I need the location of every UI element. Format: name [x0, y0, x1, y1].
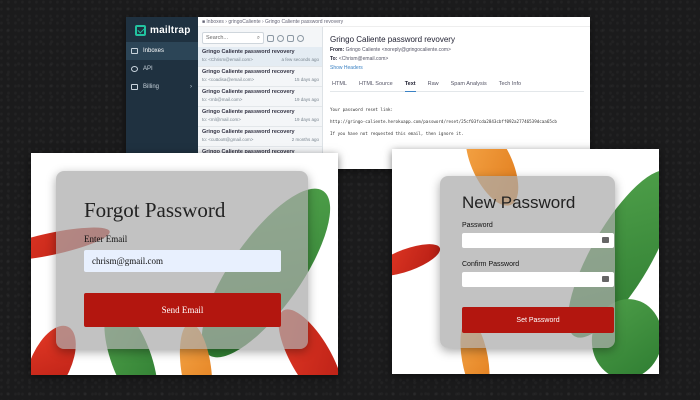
message-subject: Gringo Caliente password revovery [202, 49, 295, 55]
mailtrap-logo-icon [135, 24, 146, 36]
message-recipient: to: <cuttoo8@gmail.com> [202, 137, 254, 142]
tab-tech-info[interactable]: Tech Info [499, 81, 521, 87]
sidebar-item-inboxes[interactable]: Inboxes [126, 42, 198, 60]
message-subject: Gringo Caliente password recovery [202, 129, 295, 135]
message-recipient: to: <ml@mail.com> [202, 117, 241, 122]
send-email-button[interactable]: Send Email [84, 293, 281, 327]
new-password-screen: New Password Password Confirm Password S… [392, 149, 659, 374]
body-line: If you have not requested this email, th… [330, 130, 464, 136]
message-recipient: to: <mb@mail.com> [202, 97, 243, 102]
message-detail: Gringo Caliente password revovery From: … [324, 27, 590, 169]
refresh-icon[interactable] [277, 34, 284, 42]
mailtrap-logo-text: mailtrap [150, 24, 191, 36]
page-title: New Password [462, 193, 576, 212]
email-label: Enter Email [84, 234, 128, 244]
search-placeholder: Search... [206, 35, 229, 41]
inbox-icon [131, 48, 138, 54]
from-value: Gringo Caliente <noreply@gringocaliente.… [345, 47, 451, 53]
message-list: Search... ⌕ Gringo Caliente password rev… [198, 27, 323, 169]
tab-raw[interactable]: Raw [428, 81, 439, 87]
message-subject: Gringo Caliente password recovery [202, 69, 295, 75]
search-icon: ⌕ [256, 34, 260, 41]
api-icon [131, 66, 138, 72]
chevron-right-icon: › [190, 84, 192, 90]
tab-spam-analysis[interactable]: Spam Analysis [451, 81, 487, 87]
message-recipient: to: <Chrism@email.com> [202, 57, 253, 62]
message-to: To: <Chrism@email.com> [330, 56, 584, 62]
pepper-decoration [392, 237, 444, 283]
tab-text[interactable]: Text [404, 81, 416, 92]
message-time: 2 months ago [291, 137, 319, 142]
message-detail-subject: Gringo Caliente password revovery [330, 35, 455, 44]
message-time: 15 days ago [294, 77, 319, 82]
list-item[interactable]: Gringo Caliente password recovery to: <c… [198, 127, 322, 147]
message-subject: Gringo Caliente password recovery [202, 109, 295, 115]
to-value: <Chrism@email.com> [338, 56, 389, 62]
sidebar-item-label: API [143, 66, 153, 72]
breadcrumb: ■ Inboxes › gringoCaliente › Gringo Cali… [198, 17, 590, 27]
list-item[interactable]: Gringo Caliente password recovery to: <c… [198, 67, 322, 87]
list-item[interactable]: Gringo Caliente password recovery to: <m… [198, 87, 322, 107]
search-input[interactable]: Search... ⌕ [202, 32, 264, 44]
password-manager-icon[interactable] [602, 237, 609, 243]
forgot-password-screen: Forgot Password Enter Email Send Email [31, 153, 338, 375]
page-title: Forgot Password [84, 198, 226, 222]
sidebar-item-api[interactable]: API [126, 60, 198, 78]
mailtrap-sidebar: mailtrap Inboxes API Billing › [126, 17, 198, 169]
mailtrap-window: mailtrap Inboxes API Billing › ■ Inboxes… [126, 17, 590, 169]
mark-read-icon[interactable] [267, 34, 274, 42]
new-password-form: New Password Password Confirm Password S… [440, 176, 615, 348]
message-time: 19 days ago [294, 117, 319, 122]
clear-inbox-icon[interactable] [287, 34, 294, 42]
message-time: a few seconds ago [281, 57, 319, 62]
set-password-button[interactable]: Set Password [462, 307, 614, 333]
message-tabs: HTML HTML Source Text Raw Spam Analysis … [330, 77, 584, 92]
message-recipient: to: <coadisa@email.com> [202, 77, 255, 82]
sidebar-item-billing[interactable]: Billing › [126, 78, 198, 96]
tab-html[interactable]: HTML [332, 81, 347, 87]
message-from: From: Gringo Caliente <noreply@gringocal… [330, 47, 584, 53]
tab-html-source[interactable]: HTML Source [359, 81, 393, 87]
password-manager-icon[interactable] [602, 276, 609, 282]
show-headers-link[interactable]: Show Headers [330, 65, 584, 71]
email-field[interactable] [84, 250, 281, 272]
mailtrap-logo[interactable]: mailtrap [126, 17, 198, 39]
message-list-toolbar: Search... ⌕ [198, 27, 322, 47]
forgot-password-form: Forgot Password Enter Email Send Email [56, 171, 308, 349]
sidebar-item-label: Billing [143, 84, 160, 90]
confirm-password-label: Confirm Password [462, 261, 520, 268]
settings-icon[interactable] [297, 34, 304, 42]
list-item[interactable]: Gringo Caliente password revovery to: <C… [198, 47, 322, 67]
reset-link[interactable]: http://gringo-caliente.herokuapp.com/pas… [330, 118, 584, 126]
message-time: 19 days ago [294, 97, 319, 102]
to-label: To: [330, 56, 338, 62]
confirm-password-field[interactable] [462, 272, 614, 287]
password-field[interactable] [462, 233, 614, 248]
body-line: Your password reset link: [330, 107, 394, 112]
billing-icon [131, 84, 138, 90]
sidebar-item-label: Inboxes [143, 48, 165, 54]
message-body: Your password reset link: http://gringo-… [330, 106, 584, 142]
from-label: From: [330, 47, 345, 53]
password-label: Password [462, 222, 493, 229]
list-item[interactable]: Gringo Caliente password recovery to: <m… [198, 107, 322, 127]
message-subject: Gringo Caliente password recovery [202, 89, 295, 95]
